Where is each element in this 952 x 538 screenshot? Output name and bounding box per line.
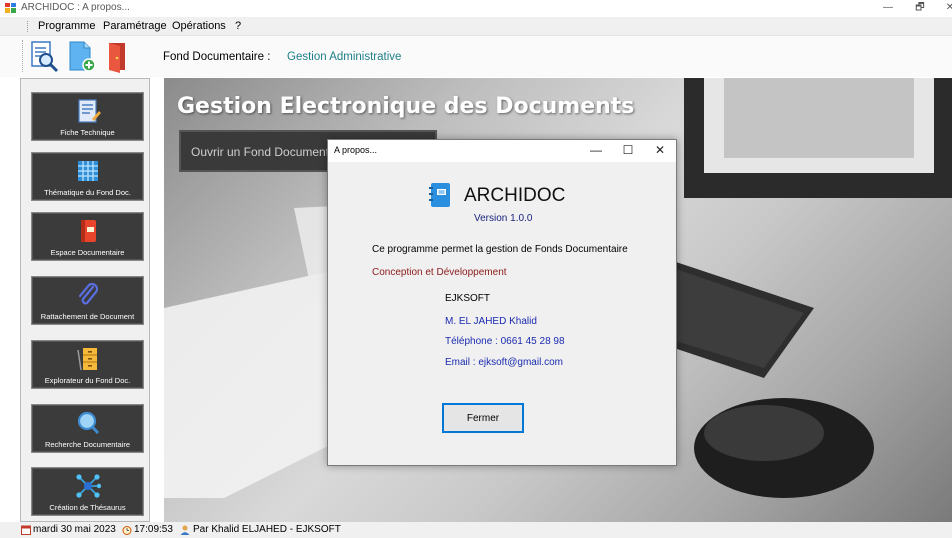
about-dialog: A propos... — ☐ ✕ ARCHIDOC Version 1.0.0… xyxy=(327,139,677,466)
dialog-description: Ce programme permet la gestion de Fonds … xyxy=(372,244,628,255)
dialog-title-bar: A propos... — ☐ ✕ xyxy=(328,140,676,162)
fermer-button-label: Fermer xyxy=(466,413,500,424)
dialog-maximize-button[interactable]: ☐ xyxy=(614,142,642,160)
nav-thesaurus-label: Création de Thésaurus xyxy=(49,503,126,512)
magnifier-icon xyxy=(77,411,99,435)
nav-recherche-label: Recherche Documentaire xyxy=(44,440,131,449)
exit-door-icon[interactable] xyxy=(102,40,134,73)
user-icon xyxy=(180,525,190,535)
status-bar: mardi 30 mai 2023 17:09:53 Par Khalid EL… xyxy=(0,522,952,538)
menu-parametrage[interactable]: Paramétrage xyxy=(103,20,167,32)
window-close-button[interactable]: ✕ xyxy=(935,0,952,17)
document-search-icon[interactable] xyxy=(28,40,60,73)
dialog-author: M. EL JAHED Khalid xyxy=(445,316,537,327)
status-time: 17:09:53 xyxy=(134,524,173,535)
nav-thematique-label: Thématique du Fond Doc. xyxy=(44,188,131,197)
nav-explorateur-label: Explorateur du Fond Doc. xyxy=(44,376,131,385)
navigation-panel: Fiche Technique Thématique du Fond Doc. … xyxy=(20,78,150,522)
calendar-icon xyxy=(21,525,31,535)
nav-explorateur[interactable]: Explorateur du Fond Doc. xyxy=(31,340,144,389)
window-restore-button[interactable]: 🗗 xyxy=(905,0,935,17)
menu-grip xyxy=(27,21,29,32)
window-minimize-button[interactable]: — xyxy=(873,0,903,17)
nav-recherche[interactable]: Recherche Documentaire xyxy=(31,404,144,453)
nav-thesaurus[interactable]: Création de Thésaurus xyxy=(31,467,144,516)
nav-fiche-technique-label: Fiche Technique xyxy=(60,128,115,137)
toolbar-grip xyxy=(22,40,24,72)
status-date: mardi 30 mai 2023 xyxy=(33,524,116,535)
dialog-version: Version 1.0.0 xyxy=(474,213,533,224)
nav-espace-documentaire[interactable]: Espace Documentaire xyxy=(31,212,144,261)
binder-icon xyxy=(80,220,96,242)
notebook-logo-icon xyxy=(429,183,450,207)
window-title: ARCHIDOC : A propos... xyxy=(21,2,130,13)
fermer-button[interactable]: Fermer xyxy=(442,403,524,433)
dialog-close-x-button[interactable]: ✕ xyxy=(646,142,674,160)
dialog-title: A propos... xyxy=(334,145,378,155)
alarm-clock-icon xyxy=(122,526,132,535)
window-title-bar: ARCHIDOC : A propos... — 🗗 ✕ xyxy=(0,0,952,17)
menu-bar: Programme Paramétrage Opérations ? xyxy=(0,17,952,36)
nav-rattachement[interactable]: Rattachement de Document xyxy=(31,276,144,325)
dialog-company: EJKSOFT xyxy=(445,293,491,304)
dialog-app-name: ARCHIDOC xyxy=(464,185,566,206)
main-title: Gestion Electronique des Documents xyxy=(177,94,635,119)
dialog-phone: Téléphone : 0661 45 28 98 xyxy=(445,336,565,347)
dialog-email: Email : ejksoft@gmail.com xyxy=(445,357,563,368)
toolbar: Fond Documentaire : Gestion Administrati… xyxy=(0,36,952,77)
fond-documentaire-label: Fond Documentaire : xyxy=(163,51,271,63)
nav-thematique[interactable]: Thématique du Fond Doc. xyxy=(31,152,144,201)
app-icon xyxy=(5,3,16,13)
new-document-icon[interactable] xyxy=(66,40,98,73)
menu-operations[interactable]: Opérations xyxy=(172,20,226,32)
status-user: Par Khalid ELJAHED - EJKSOFT xyxy=(193,524,341,535)
paperclip-icon xyxy=(78,282,98,305)
dialog-conception-label: Conception et Développement xyxy=(372,267,507,278)
open-fond-button-label: Ouvrir un Fond Documentaire xyxy=(191,145,350,159)
fond-documentaire-value: Gestion Administrative xyxy=(287,51,402,63)
menu-programme[interactable]: Programme xyxy=(38,20,95,32)
filing-cabinet-icon xyxy=(76,348,97,371)
nav-fiche-technique[interactable]: Fiche Technique xyxy=(31,92,144,141)
nav-rattachement-label: Rattachement de Document xyxy=(40,312,135,321)
menu-help[interactable]: ? xyxy=(235,20,241,32)
dialog-minimize-button[interactable]: — xyxy=(582,142,610,160)
nav-espace-documentaire-label: Espace Documentaire xyxy=(50,248,125,257)
notepad-icon xyxy=(77,99,101,123)
grid-table-icon xyxy=(77,161,98,181)
network-icon xyxy=(75,474,101,498)
